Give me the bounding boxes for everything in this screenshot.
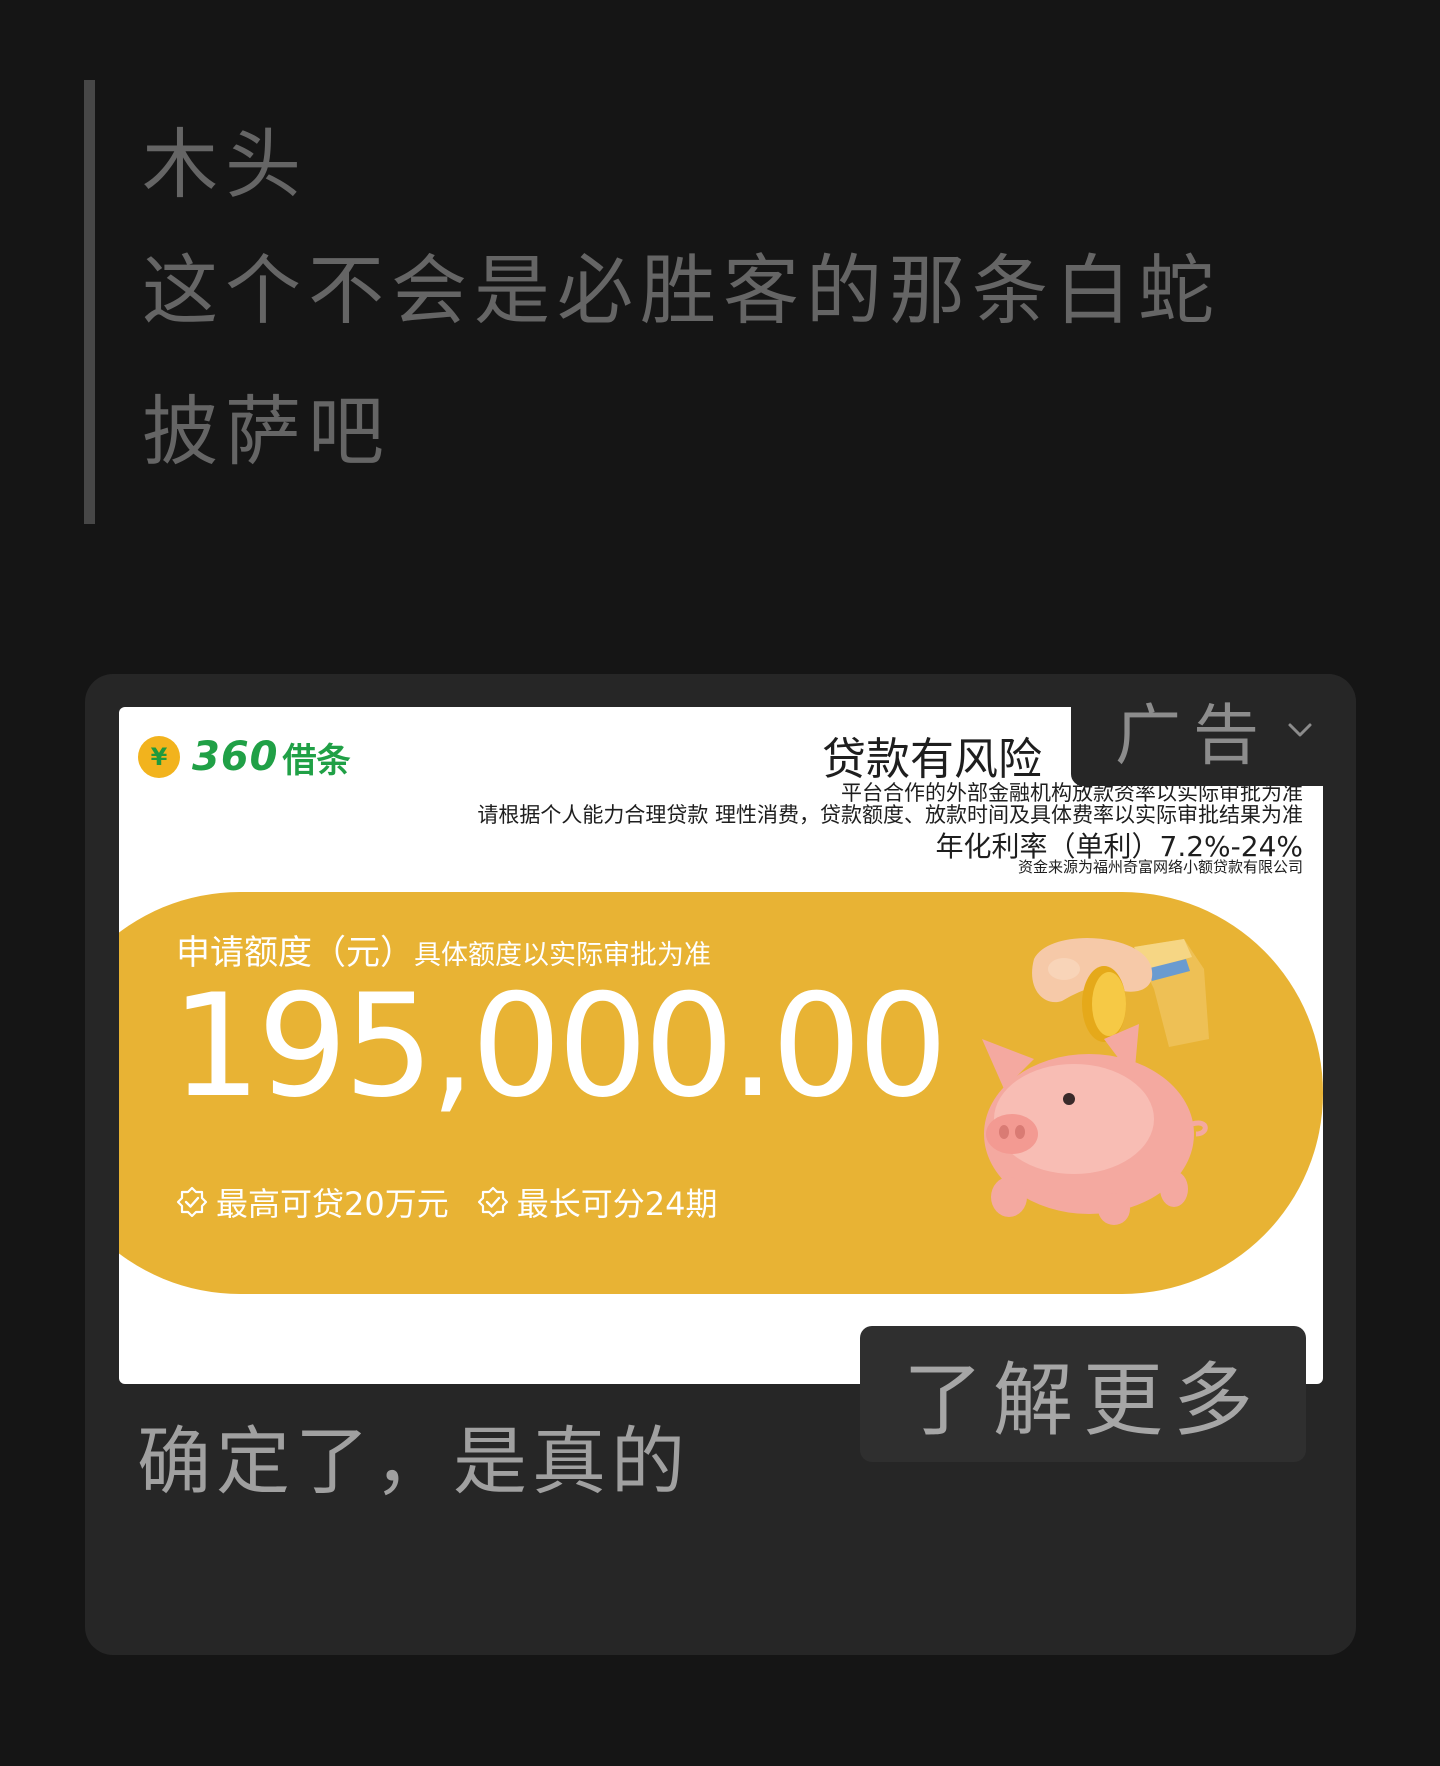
quote-block: 木头 这个不会是必胜客的那条白蛇 披萨吧 (142, 110, 1382, 502)
quote-line-1: 这个不会是必胜客的那条白蛇 (142, 246, 1221, 335)
fund-source: 资金来源为福州奇富网络小额贷款有限公司 (1017, 858, 1303, 876)
badge-max-amount: 最高可贷20万元 (176, 1179, 449, 1225)
feature-badges: 最高可贷20万元 最长可分24期 (176, 1179, 745, 1225)
quote-author: 木头 (142, 120, 308, 209)
ad-label-text: 广告 (1115, 697, 1271, 774)
badge-max-term-label: 最长可分24期 (516, 1185, 718, 1223)
ad-label[interactable]: 广告 (1071, 674, 1356, 786)
piggy-bank-icon (982, 938, 1209, 1225)
logo-number: 360 (192, 734, 279, 780)
coin-icon: ¥ (138, 736, 180, 778)
learn-more-button[interactable]: 了解更多 (860, 1326, 1306, 1462)
badge-max-amount-label: 最高可贷20万元 (216, 1185, 449, 1223)
quote-bar (84, 80, 95, 524)
loan-amount: 195,000.00 (171, 964, 948, 1129)
ad-image[interactable]: ¥ 360 借条 贷款有风险 平台合作的外部金融机构放款资率以实际审批为准 请根… (119, 707, 1323, 1384)
brand-logo: ¥ 360 借条 (138, 734, 351, 781)
logo-name: 借条 (282, 740, 351, 781)
check-badge-icon (176, 1186, 208, 1218)
ad-card[interactable]: ¥ 360 借条 贷款有风险 平台合作的外部金融机构放款资率以实际审批为准 请根… (85, 674, 1356, 1655)
ad-caption: 确定了，是真的 (137, 1419, 690, 1505)
check-badge-icon (477, 1186, 508, 1218)
chevron-down-icon (1288, 723, 1312, 737)
quote-line-2: 披萨吧 (142, 387, 391, 476)
badge-max-term: 最长可分24期 (477, 1179, 718, 1225)
